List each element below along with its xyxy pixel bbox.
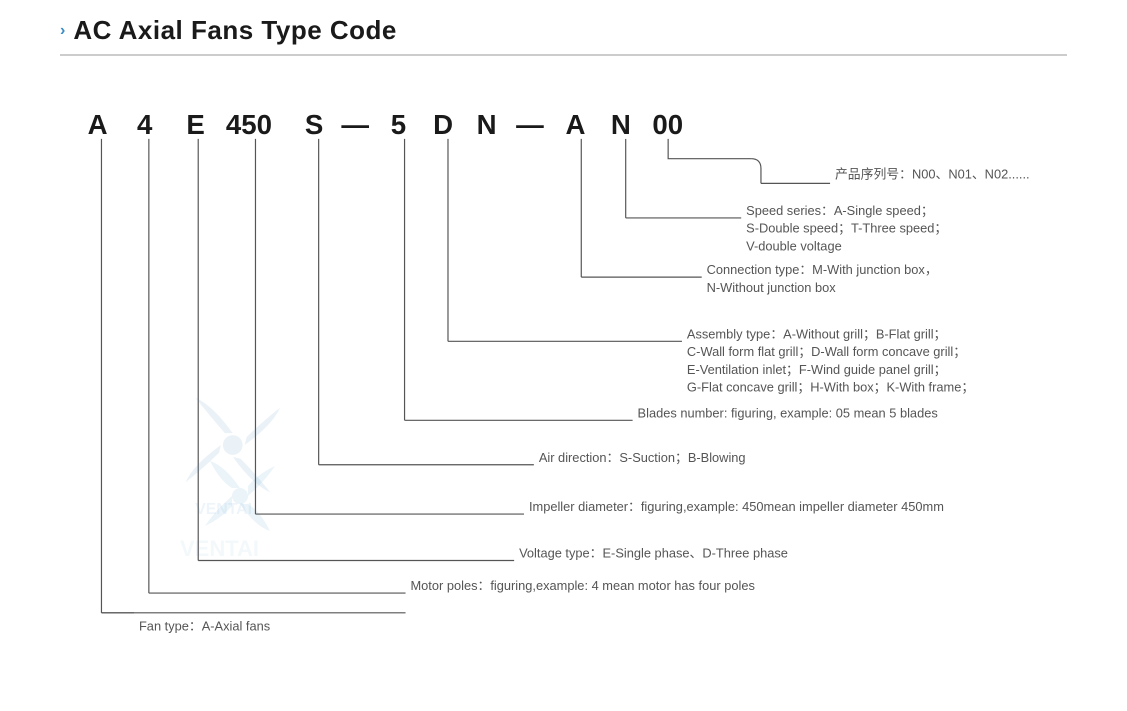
code-E: E (186, 109, 204, 140)
product-series-chinese: 产品序列号：N00、N01、N02...... (835, 166, 1030, 181)
code-A2: A (565, 109, 585, 140)
fan-type: Fan type：A-Axial fans (139, 619, 270, 634)
speed-series-line3: V-double voltage (746, 238, 842, 253)
title-section: › AC Axial Fans Type Code (60, 15, 1067, 46)
code-N2: N (611, 109, 631, 140)
air-direction: Air direction：S-Suction；B-Blowing (539, 450, 746, 466)
type-code-diagram: A 4 E 450 S — 5 D N — A N 00 (60, 76, 1067, 656)
blades-number: Blades number: figuring, example: 05 mea… (638, 405, 938, 420)
speed-series-line1: Speed series：A-Single speed； (746, 203, 934, 219)
svg-text:VENTAI: VENTAI (195, 501, 252, 518)
speed-series-line2: S-Double speed；T-Three speed； (746, 221, 947, 237)
assembly-type-line2: C-Wall form flat grill；D-Wall form conca… (687, 344, 966, 360)
code-5: 5 (391, 109, 406, 140)
code-4: 4 (137, 109, 153, 140)
page-container: › AC Axial Fans Type Code VENTAI A 4 (0, 0, 1127, 711)
code-dash1: — (341, 109, 369, 140)
voltage-type: Voltage type：E-Single phase、D-Three phas… (519, 546, 788, 561)
title-divider (60, 54, 1067, 56)
page-title: AC Axial Fans Type Code (73, 15, 397, 46)
code-450: 450 (226, 109, 272, 140)
assembly-type-line3: E-Ventilation inlet；F-Wind guide panel g… (687, 362, 947, 378)
assembly-type-line4: G-Flat concave grill；H-With box；K-With f… (687, 380, 974, 396)
connection-type-line1: Connection type：M-With junction box， (707, 262, 938, 277)
code-S: S (305, 109, 323, 140)
chevron-icon: › (60, 22, 65, 40)
diagram-area: VENTAI A 4 E 450 S — 5 D N — A (60, 76, 1067, 656)
impeller-diameter: Impeller diameter：figuring,example: 450m… (529, 499, 944, 514)
motor-poles: Motor poles：figuring,example: 4 mean mot… (410, 578, 754, 593)
code-A: A (88, 109, 108, 140)
connection-type-line2: N-Without junction box (707, 280, 837, 295)
code-D: D (433, 109, 453, 140)
code-N: N (477, 109, 497, 140)
code-00: 00 (652, 109, 683, 140)
assembly-type-line1: Assembly type：A-Without grill；B-Flat gri… (687, 326, 946, 342)
code-dash2: — (516, 109, 544, 140)
